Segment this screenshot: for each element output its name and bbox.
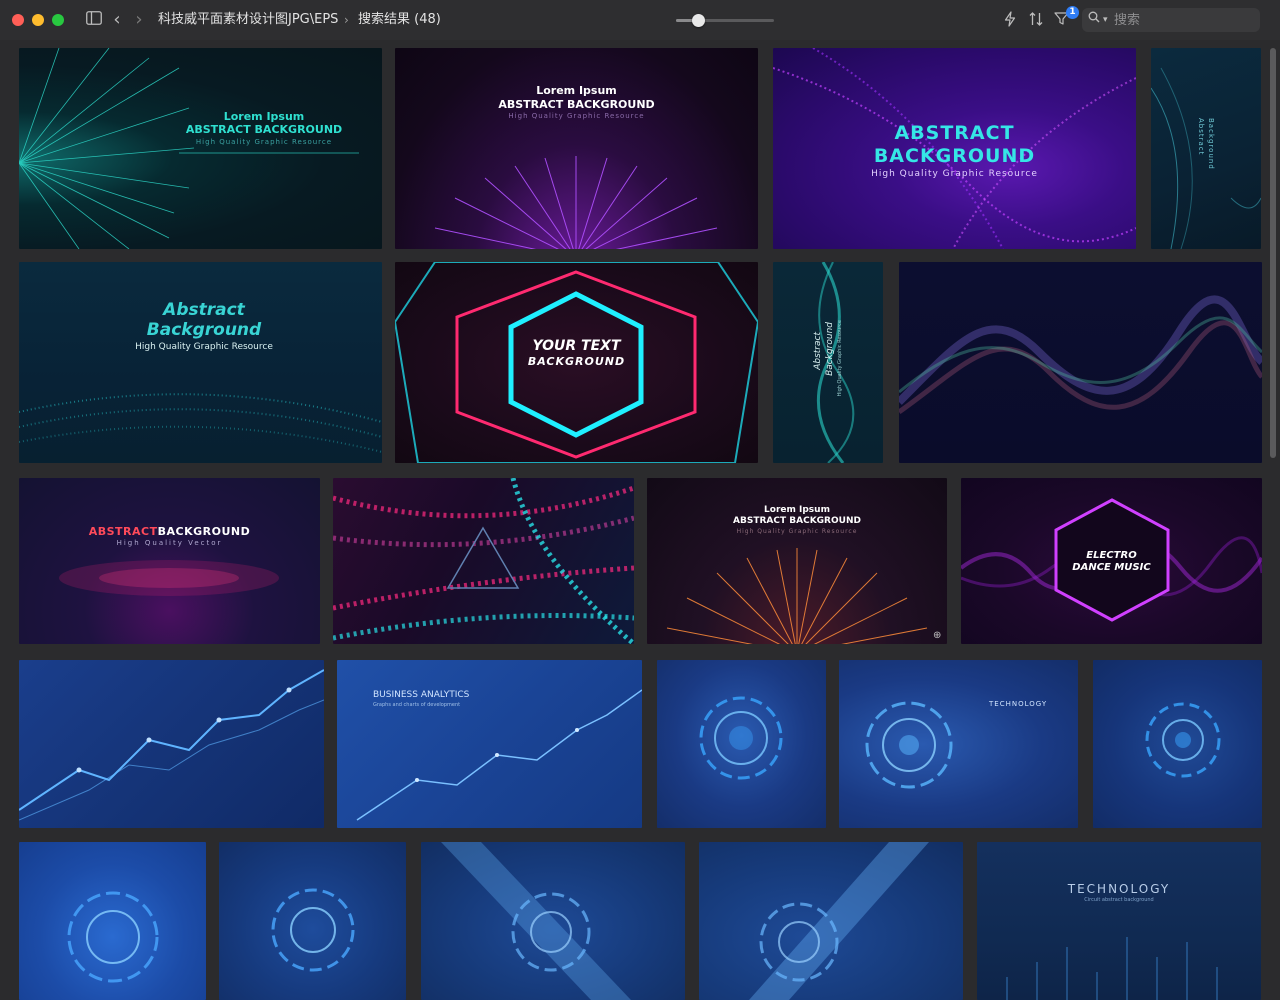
vertical-scrollbar[interactable] xyxy=(1270,48,1276,458)
thumbnail-title-2: Background xyxy=(825,322,835,376)
thumbnail-title-2: DANCE MUSIC xyxy=(1072,562,1151,573)
thumbnail-title-2: BACKGROUND xyxy=(527,355,626,368)
thumbnail-title: Abstract xyxy=(813,332,823,370)
breadcrumb-separator: › xyxy=(344,13,349,27)
thumbnail-title: BUSINESS ANALYTICS xyxy=(373,690,470,700)
thumbnail-title: Lorem Ipsum xyxy=(536,84,617,97)
hud-circle-graphic xyxy=(865,701,953,789)
radiating-lines-graphic xyxy=(19,48,359,249)
minimize-window-button[interactable] xyxy=(32,14,44,26)
thumbnail-subtitle: High Quality Graphic Resource xyxy=(736,528,858,535)
thumbnail-title: TECHNOLOGY xyxy=(989,700,1048,708)
hud-circle-graphic xyxy=(271,888,355,972)
neon-hexagon-graphic xyxy=(961,498,1262,622)
thumbnail[interactable]: Lorem Ipsum ABSTRACT BACKGROUND High Qua… xyxy=(395,48,758,249)
thumbnail-title: ABSTRACTBACKGROUND xyxy=(19,525,320,538)
thumbnail-title: TECHNOLOGY xyxy=(1067,882,1171,896)
thumbnail[interactable] xyxy=(421,842,685,1000)
breadcrumb-folder[interactable]: 科技威平面素材设计图JPG\EPS xyxy=(158,11,338,29)
thumbnail[interactable] xyxy=(657,660,826,828)
halftone-tunnel-graphic xyxy=(333,478,634,644)
thumbnail[interactable]: TECHNOLOGY Circuit abstract background xyxy=(977,842,1261,1000)
thumbnail-title-red: ABSTRACT xyxy=(88,525,158,538)
thumbnail-title-white: BACKGROUND xyxy=(157,525,251,538)
thumbnail-subtitle: High Quality Graphic Resource xyxy=(837,320,843,397)
thumbnail-subtitle: High Quality Graphic Resource xyxy=(508,112,645,120)
thumbnail-title: YOUR TEXT xyxy=(532,338,621,354)
line-chart-graphic xyxy=(356,689,642,821)
thumbnail[interactable] xyxy=(899,262,1262,463)
thumbnail-size-slider-knob[interactable] xyxy=(692,14,706,27)
thumbnail[interactable]: ABSTRACT BACKGROUND High Quality Graphic… xyxy=(773,48,1136,249)
thumbnail-title: ELECTRO xyxy=(1086,550,1137,561)
chevron-left-icon[interactable]: ‹ xyxy=(110,11,124,29)
mesh-wave-graphic xyxy=(1151,67,1261,249)
thumbnail-subtitle: Graphs and charts of development xyxy=(373,702,461,708)
sidebar-toggle-icon[interactable] xyxy=(86,11,102,29)
dotted-terrain-graphic xyxy=(19,393,382,453)
circuit-lines-graphic xyxy=(1006,937,1218,1000)
thumbnail[interactable] xyxy=(699,842,963,1000)
thumbnail-title: Abstract xyxy=(163,300,245,320)
search-box[interactable]: ▾ xyxy=(1082,8,1260,32)
search-input[interactable] xyxy=(1114,10,1254,30)
thumbnail-title-2: Background xyxy=(1207,118,1215,170)
thumbnail[interactable] xyxy=(19,660,324,828)
glowing-grid-graphic xyxy=(59,560,279,596)
thumbnail[interactable]: Abstract Background High Quality Graphic… xyxy=(19,262,382,463)
thumbnail-size-slider[interactable] xyxy=(676,14,774,27)
breadcrumb-search-result[interactable]: 搜索结果 (48) xyxy=(358,11,441,29)
chevron-right-icon[interactable]: › xyxy=(132,11,146,29)
thumbnail-title: Lorem Ipsum xyxy=(764,505,830,515)
thumbnail-title: Lorem Ipsum xyxy=(223,110,305,123)
thumbnail[interactable] xyxy=(19,842,206,1000)
thumbnail-subtitle: Circuit abstract background xyxy=(1084,897,1154,903)
thumbnail-title-2: ABSTRACT BACKGROUND xyxy=(185,123,343,136)
thumbnail[interactable]: Abstract Background High Quality Graphic… xyxy=(773,262,883,463)
thumbnail[interactable] xyxy=(333,478,634,644)
hud-circle-graphic xyxy=(67,891,159,983)
thumbnail[interactable]: Lorem Ipsum ABSTRACT BACKGROUND High Qua… xyxy=(19,48,382,249)
zoom-window-button[interactable] xyxy=(52,14,64,26)
thumbnail[interactable] xyxy=(1093,660,1262,828)
light-burst-graphic xyxy=(666,548,928,644)
light-beam-graphic xyxy=(441,842,631,1000)
thumbnail-title-2: ABSTRACT BACKGROUND xyxy=(733,516,861,526)
magnifier-icon xyxy=(1088,11,1102,29)
sort-icon[interactable] xyxy=(1027,11,1045,29)
finder-window: ‹ › 科技威平面素材设计图JPG\EPS › 搜索结果 (48) 1 ▾ 搜索… xyxy=(0,0,1280,1000)
bolt-icon[interactable] xyxy=(1002,11,1018,29)
thumbnail[interactable]: BUSINESS ANALYTICS Graphs and charts of … xyxy=(337,660,642,828)
chevron-down-icon[interactable]: ▾ xyxy=(1103,11,1108,29)
title-bar: ‹ › 科技威平面素材设计图JPG\EPS › 搜索结果 (48) 1 ▾ xyxy=(0,0,1280,40)
thumbnail[interactable]: YOUR TEXT BACKGROUND xyxy=(395,262,758,463)
filter-count-badge: 1 xyxy=(1066,6,1079,19)
thumbnail-title-2: Background xyxy=(146,320,262,340)
thumbnail-title-2: ABSTRACT BACKGROUND xyxy=(498,98,655,111)
close-window-button[interactable] xyxy=(12,14,24,26)
thumbnail-subtitle: High Quality Vector xyxy=(116,539,223,547)
thumbnail-title: ABSTRACT xyxy=(894,122,1015,144)
line-chart-graphic xyxy=(19,669,324,821)
light-beam-graphic xyxy=(749,842,929,1000)
thumbnail-subtitle: High Quality Graphic Resource xyxy=(195,138,333,146)
thumbnail-title: Abstract xyxy=(1197,118,1205,156)
particle-wave-graphic xyxy=(899,295,1262,415)
thumbnail[interactable] xyxy=(219,842,406,1000)
thumbnail[interactable]: Abstract Background xyxy=(1151,48,1261,249)
thumbnail-title-2: BACKGROUND xyxy=(873,145,1036,167)
hud-circle-graphic xyxy=(1145,702,1221,778)
thumbnail-subtitle: High Quality Graphic Resource xyxy=(135,342,273,352)
thumbnail[interactable]: Lorem Ipsum ABSTRACT BACKGROUND High Qua… xyxy=(647,478,947,644)
thumbnail[interactable]: TECHNOLOGY xyxy=(839,660,1078,828)
hud-circle-graphic xyxy=(699,696,783,780)
thumbnail-grid: Lorem Ipsum ABSTRACT BACKGROUND High Qua… xyxy=(0,40,1280,1000)
thumbnail[interactable]: ELECTRO DANCE MUSIC xyxy=(961,478,1262,644)
light-burst-graphic xyxy=(434,156,718,249)
zoom-in-icon[interactable]: ⊕ xyxy=(933,630,945,642)
thumbnail[interactable]: ABSTRACTBACKGROUND High Quality Vector xyxy=(19,478,320,644)
thumbnail-subtitle: High Quality Graphic Resource xyxy=(871,169,1038,179)
